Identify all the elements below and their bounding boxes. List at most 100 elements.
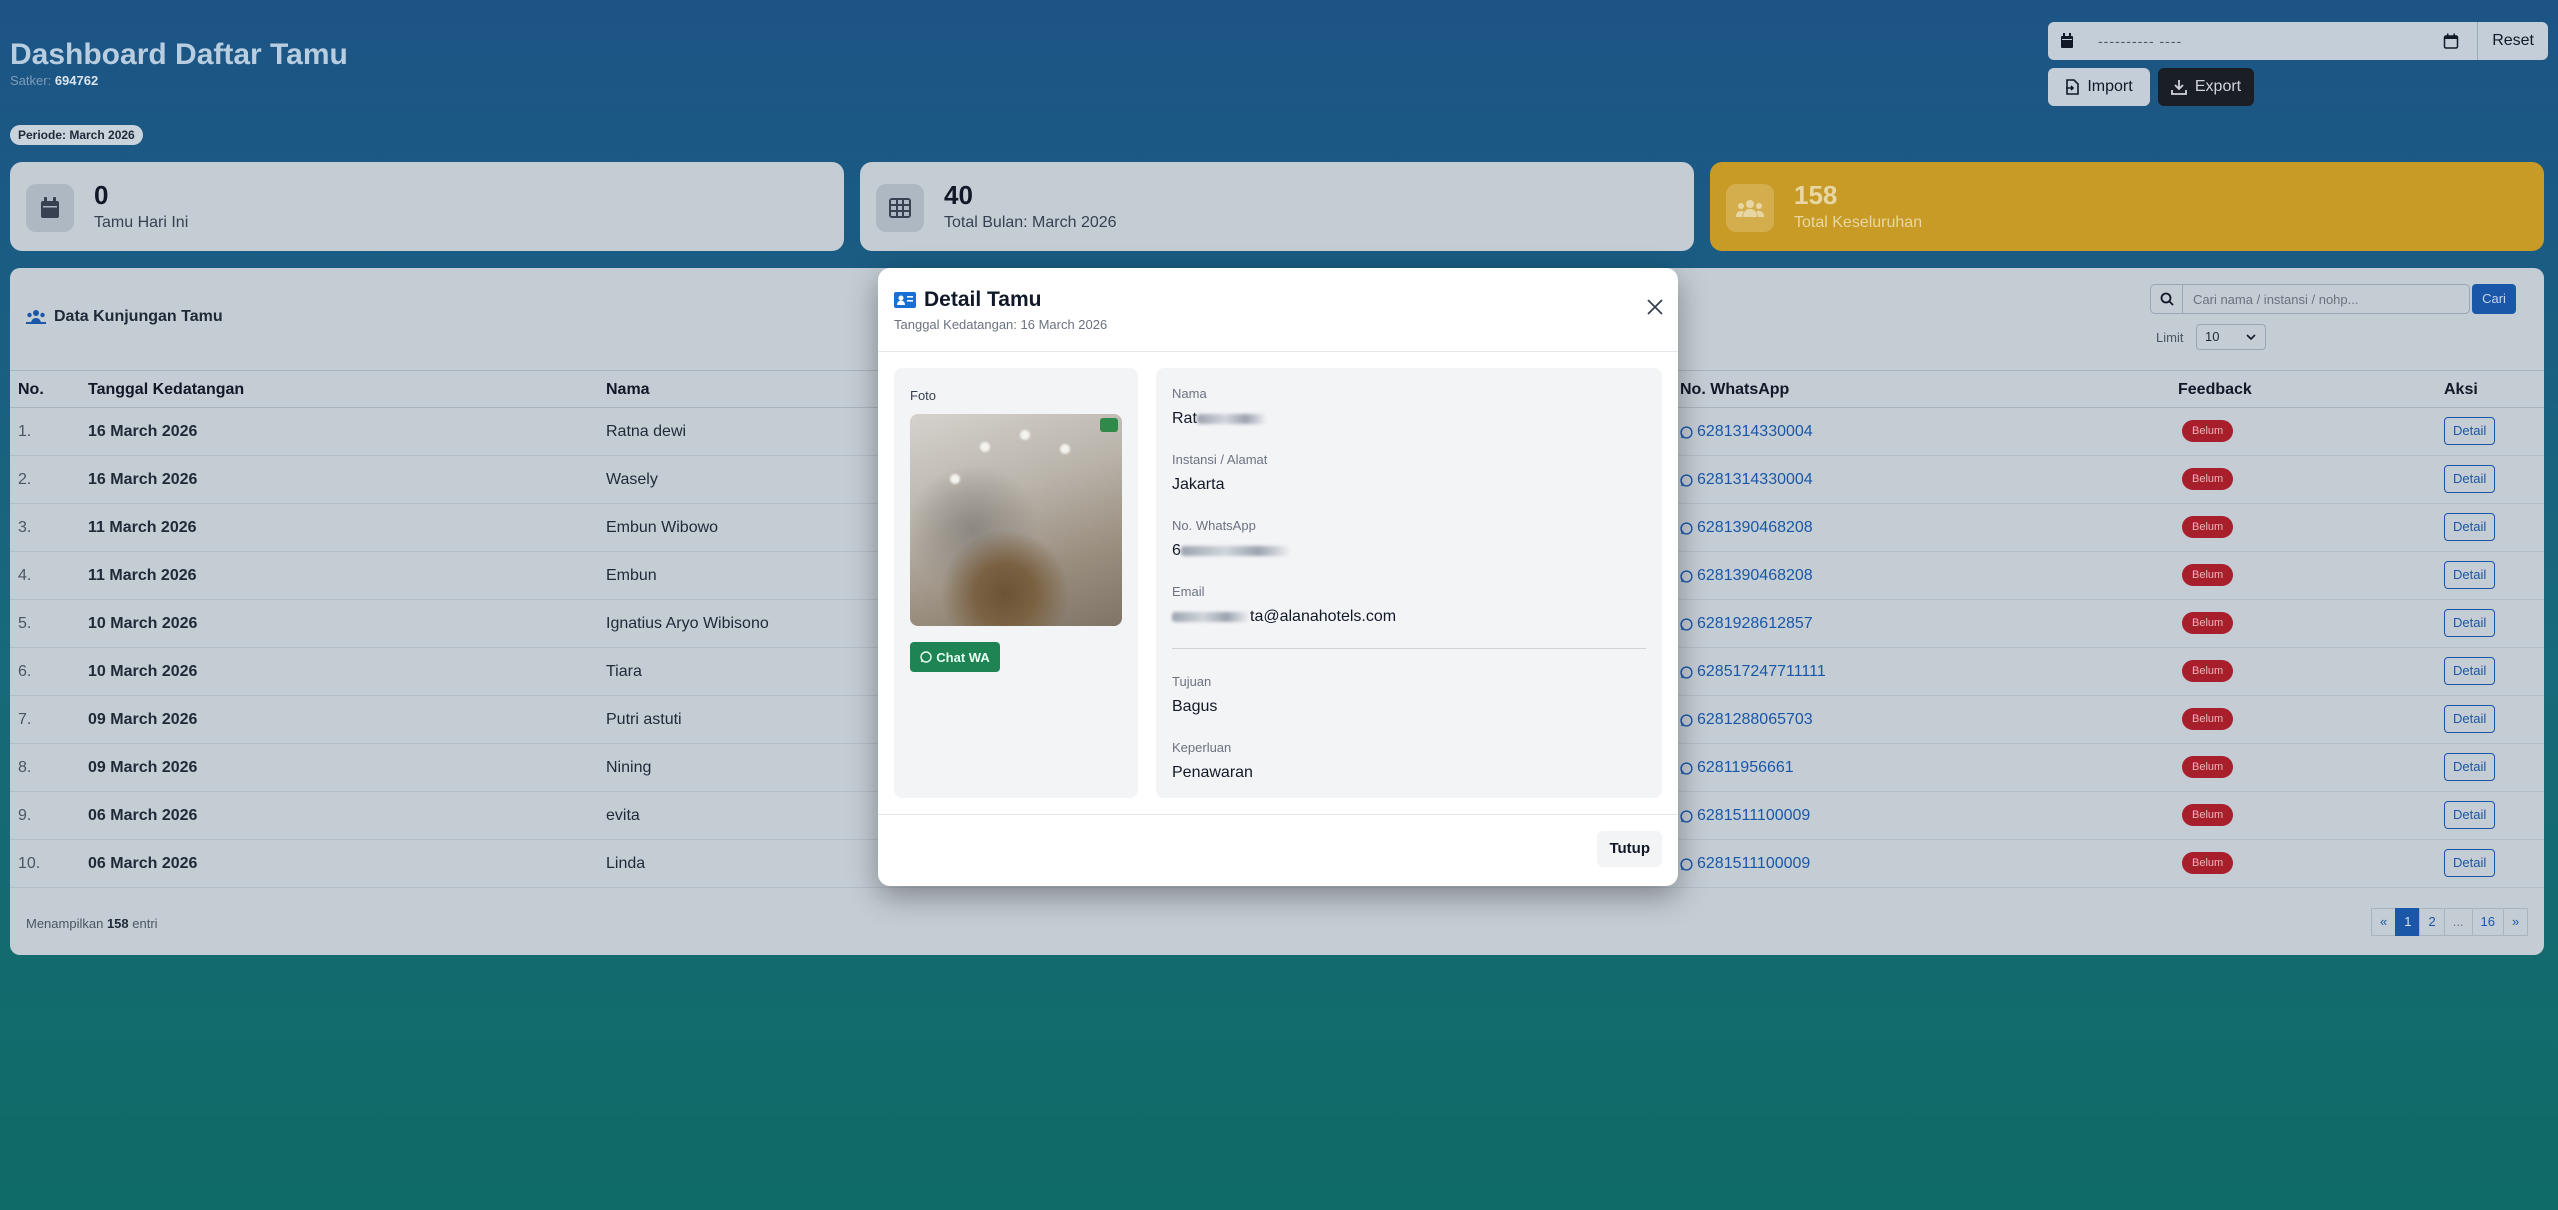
stat-card-month: 40 Total Bulan: March 2026 xyxy=(860,162,1694,251)
reset-button[interactable]: Reset xyxy=(2477,22,2548,60)
row-number: 8. xyxy=(18,759,32,776)
panel-title: Data Kunjungan Tamu xyxy=(26,308,223,326)
visitors-icon xyxy=(26,309,46,325)
feedback-badge: Belum xyxy=(2182,564,2234,586)
row-name: Embun xyxy=(606,567,657,584)
divider xyxy=(1172,648,1646,649)
entries-prefix: Menampilkan xyxy=(26,916,104,931)
search-button[interactable]: Cari xyxy=(2472,284,2516,314)
row-whatsapp-link[interactable]: 6281928612857 xyxy=(1680,615,1813,633)
row-name: Nining xyxy=(606,759,652,776)
row-name: Linda xyxy=(606,855,646,872)
row-date: 06 March 2026 xyxy=(88,807,198,824)
page-title: Dashboard Daftar Tamu xyxy=(10,38,348,71)
stat-value: 158 xyxy=(1794,180,1838,210)
download-icon xyxy=(2170,79,2187,95)
field-value-nama: Rat xyxy=(1172,410,1267,428)
entries-count: 158 xyxy=(106,916,129,931)
col-feedback: Feedback xyxy=(2178,381,2252,398)
edit-icon[interactable] xyxy=(1100,418,1118,432)
row-whatsapp-number: 6281390468208 xyxy=(1697,519,1813,536)
row-whatsapp-number: 62811956661 xyxy=(1697,759,1794,776)
detail-button[interactable]: Detail xyxy=(2444,753,2496,781)
detail-button[interactable]: Detail xyxy=(2444,465,2496,493)
page-next[interactable]: » xyxy=(2503,908,2529,936)
dashboard-page: Dashboard Daftar Tamu Satker: 694762 Per… xyxy=(0,0,2558,1210)
id-card-icon xyxy=(894,292,916,308)
date-picker-icon[interactable] xyxy=(2443,33,2459,49)
row-number: 10. xyxy=(18,855,41,872)
import-button[interactable]: Import xyxy=(2048,68,2150,106)
whatsapp-icon xyxy=(1680,425,1693,439)
row-whatsapp-link[interactable]: 62811956661 xyxy=(1680,759,1794,777)
row-number: 9. xyxy=(18,807,32,824)
stat-value: 40 xyxy=(944,180,973,210)
photo-label: Foto xyxy=(910,388,937,403)
row-number: 3. xyxy=(18,519,32,536)
users-icon xyxy=(1726,184,1774,232)
date-input[interactable]: ---------- ---- xyxy=(2098,33,2443,49)
page-16[interactable]: 16 xyxy=(2471,908,2505,936)
detail-button[interactable]: Detail xyxy=(2444,561,2496,589)
feedback-badge: Belum xyxy=(2182,756,2234,778)
entries-info: Menampilkan 158 entri xyxy=(26,916,158,931)
row-whatsapp-number: 6281511100009 xyxy=(1697,807,1811,824)
export-button[interactable]: Export xyxy=(2158,68,2254,106)
page-2[interactable]: 2 xyxy=(2419,908,2445,936)
row-date: 09 March 2026 xyxy=(88,759,198,776)
close-button[interactable]: Tutup xyxy=(1597,831,1662,867)
row-name: Ignatius Aryo Wibisono xyxy=(606,615,769,632)
detail-button[interactable]: Detail xyxy=(2444,705,2496,733)
field-label-keperluan: Keperluan xyxy=(1172,740,1232,755)
row-whatsapp-link[interactable]: 628517247711111 xyxy=(1680,663,1826,681)
col-no: No. xyxy=(18,381,44,398)
whatsapp-icon xyxy=(1680,617,1693,631)
detail-button[interactable]: Detail xyxy=(2444,513,2496,541)
stat-card-total: 158 Total Keseluruhan xyxy=(1710,162,2544,251)
whatsapp-icon xyxy=(1680,473,1693,487)
chat-wa-button[interactable]: Chat WA xyxy=(910,642,1000,672)
field-value-instansi: Jakarta xyxy=(1172,476,1225,493)
row-whatsapp-link[interactable]: 6281511100009 xyxy=(1680,807,1810,825)
row-whatsapp-link[interactable]: 6281390468208 xyxy=(1680,567,1813,585)
entries-suffix: entri xyxy=(132,916,158,931)
detail-button[interactable]: Detail xyxy=(2444,801,2496,829)
import-label: Import xyxy=(2087,78,2133,95)
row-whatsapp-number: 6281288065703 xyxy=(1697,711,1813,728)
row-whatsapp-link[interactable]: 6281511100009 xyxy=(1680,855,1810,873)
detail-button[interactable]: Detail xyxy=(2444,657,2496,685)
detail-button[interactable]: Detail xyxy=(2444,849,2496,877)
row-whatsapp-link[interactable]: 6281314330004 xyxy=(1680,471,1813,489)
field-value-whatsapp: 6 xyxy=(1172,542,1291,560)
row-date: 09 March 2026 xyxy=(88,711,198,728)
detail-button[interactable]: Detail xyxy=(2444,609,2496,637)
close-icon[interactable] xyxy=(1644,296,1666,318)
whatsapp-icon xyxy=(1680,761,1693,775)
date-filter[interactable]: ---------- ---- Reset xyxy=(2048,22,2548,60)
satker-value: 694762 xyxy=(54,73,99,88)
feedback-badge: Belum xyxy=(2182,804,2234,826)
page-prev[interactable]: « xyxy=(2371,908,2397,936)
row-whatsapp-number: 6281314330004 xyxy=(1697,423,1813,440)
row-whatsapp-number: 6281928612857 xyxy=(1697,615,1813,632)
row-whatsapp-link[interactable]: 6281314330004 xyxy=(1680,423,1813,441)
search-input[interactable]: Cari nama / instansi / nohp... xyxy=(2183,292,2358,307)
detail-button[interactable]: Detail xyxy=(2444,417,2496,445)
photo-section: Foto Chat WA xyxy=(894,368,1138,798)
chat-wa-label: Chat WA xyxy=(936,649,990,665)
guest-photo[interactable] xyxy=(910,414,1122,626)
limit-select[interactable]: 10 xyxy=(2196,324,2266,350)
row-whatsapp-link[interactable]: 6281288065703 xyxy=(1680,711,1813,729)
row-date: 10 March 2026 xyxy=(88,615,198,632)
field-label-whatsapp: No. WhatsApp xyxy=(1172,518,1256,533)
row-whatsapp-link[interactable]: 6281390468208 xyxy=(1680,519,1813,537)
limit-label: Limit xyxy=(2156,330,2184,345)
modal-title-text: Detail Tamu xyxy=(924,288,1042,311)
whatsapp-icon xyxy=(1680,665,1693,679)
row-date: 11 March 2026 xyxy=(88,519,197,536)
row-number: 4. xyxy=(18,567,32,584)
search-box[interactable]: Cari nama / instansi / nohp... xyxy=(2150,284,2470,314)
page-1[interactable]: 1 xyxy=(2395,908,2421,936)
export-label: Export xyxy=(2194,78,2242,95)
modal-footer: Tutup xyxy=(878,814,1678,886)
